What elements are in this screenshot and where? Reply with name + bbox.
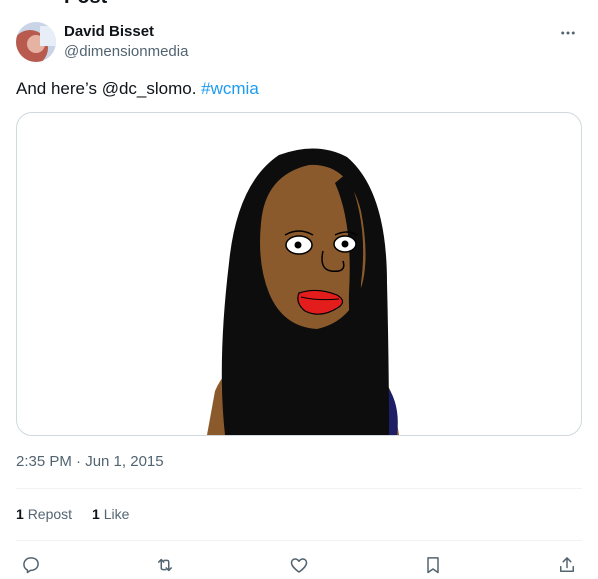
tweet-timestamp[interactable]: 2:35 PM · Jun 1, 2015 [16,453,164,470]
hashtag-link[interactable]: #wcmia [201,79,259,98]
repost-button[interactable] [150,552,180,578]
reply-button[interactable] [16,552,46,578]
cartoon-portrait-image [207,148,399,435]
divider [16,488,582,489]
action-bar [16,552,582,578]
repost-icon [158,558,172,572]
repost-stat[interactable]: 1 Repost [16,506,72,522]
more-options-icon[interactable] [556,22,580,44]
author-display-name[interactable]: David Bisset [64,23,154,40]
divider [16,540,582,541]
share-button[interactable] [552,552,582,578]
repost-count: 1 [16,506,24,522]
bookmark-button[interactable] [418,552,448,578]
repost-label: Repost [27,506,73,522]
engagement-stats: 1 Repost 1 Like [16,506,129,522]
tweet-body: And here’s @dc_slomo. [16,79,202,98]
like-button[interactable] [284,552,314,578]
tweet-text: And here’s @dc_slomo. #wcmia [16,78,259,100]
author-row: David Bisset @dimensionmedia [16,22,582,64]
reply-icon [23,557,39,574]
page-title: Post [64,0,107,9]
like-icon [290,558,308,573]
like-count: 1 [92,506,100,522]
like-stat[interactable]: 1 Like [92,506,129,522]
share-icon [560,557,574,572]
bookmark-icon [427,557,439,574]
media-image[interactable] [16,112,582,436]
author-handle[interactable]: @dimensionmedia [64,43,188,60]
avatar[interactable] [16,22,56,62]
like-label: Like [103,506,130,522]
